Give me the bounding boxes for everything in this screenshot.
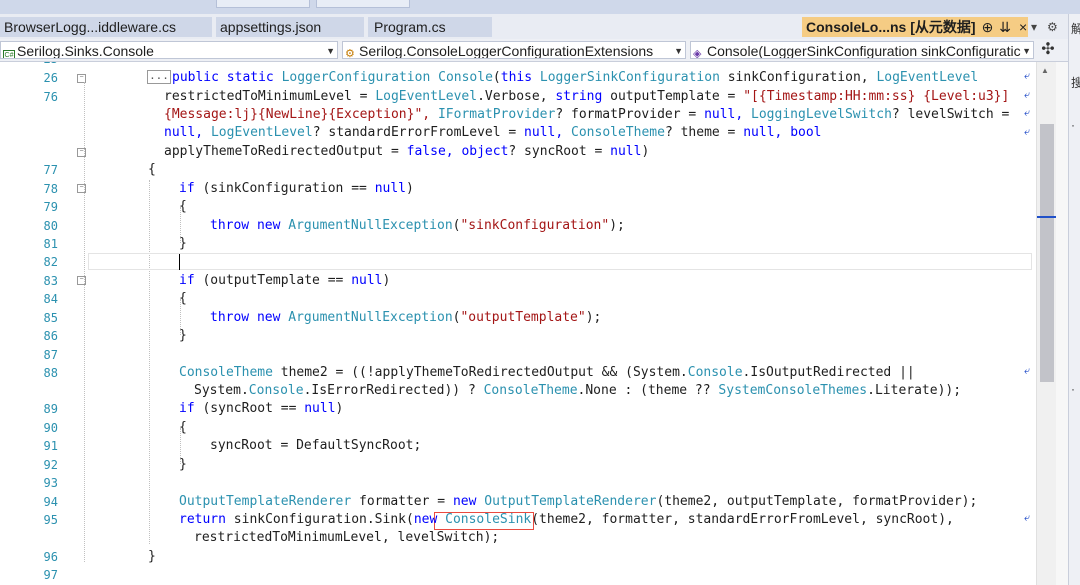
word-wrap-icon: ⤶ <box>1024 126 1031 138</box>
line-number: 80 <box>43 219 58 233</box>
tab-appsettings[interactable]: appsettings.json <box>216 17 364 37</box>
line-number: 93 <box>43 476 58 490</box>
code-line: { <box>179 291 187 306</box>
word-wrap-icon: ⤶ <box>1024 512 1031 524</box>
pin-icon[interactable]: ⇊ <box>999 17 1011 37</box>
vertical-scrollbar[interactable]: ▲ <box>1036 62 1059 585</box>
code-line: } <box>179 236 187 251</box>
code-line: if (syncRoot == null) <box>179 401 344 416</box>
tab-label: Program.cs <box>374 19 446 35</box>
line-number-gutter: 25 26 76 77 78 79 80 81 82 83 84 85 86 8… <box>0 62 75 585</box>
tab-consoleloggerconfigurationextensions[interactable]: ConsoleLo...ns [从元数据] ⊕ ⇊ × <box>802 17 1028 37</box>
project-dropdown[interactable]: C# Serilog.Sinks.Console ▼ <box>0 41 338 59</box>
line-number: 78 <box>43 182 58 196</box>
code-line: { <box>179 420 187 435</box>
solution-explorer-panel: 解 搜 · · <box>1068 14 1080 585</box>
line-number: 87 <box>43 348 58 362</box>
code-line: if (sinkConfiguration == null) <box>179 181 414 196</box>
project-name: Serilog.Sinks.Console <box>17 43 154 59</box>
code-line: } <box>148 549 156 564</box>
code-line: public static LoggerConfiguration Consol… <box>172 70 979 85</box>
panel-title: 解 <box>1071 20 1080 37</box>
code-text-area[interactable]: public static LoggerConfiguration Consol… <box>92 62 1036 585</box>
line-number: 91 <box>43 439 58 453</box>
code-line: ConsoleTheme theme2 = ((!applyThemeToRed… <box>179 365 915 380</box>
word-wrap-icon: ⤶ <box>1024 89 1031 101</box>
word-wrap-icon: ⤶ <box>1024 365 1031 377</box>
window-top-strip <box>0 0 1080 14</box>
method-icon: ◈ <box>693 48 702 59</box>
member-dropdown[interactable]: ◈ Console(LoggerSinkConfiguration sinkCon… <box>690 41 1034 59</box>
document-tab-bar: BrowserLogg...iddleware.cs appsettings.j… <box>0 14 1068 41</box>
line-number: 86 <box>43 329 58 343</box>
chevron-down-icon: ▼ <box>674 46 683 56</box>
line-number: 84 <box>43 292 58 306</box>
code-line: { <box>179 199 187 214</box>
code-editor[interactable]: 25 26 76 77 78 79 80 81 82 83 84 85 86 8… <box>0 62 1036 585</box>
ghost-tab <box>316 0 410 8</box>
code-line: syncRoot = DefaultSyncRoot; <box>210 438 422 453</box>
line-number: 90 <box>43 421 58 435</box>
close-tab-icon[interactable]: × <box>1019 17 1027 37</box>
code-line: restrictedToMinimumLevel, levelSwitch); <box>194 530 500 545</box>
scroll-up-icon[interactable]: ▲ <box>1041 66 1049 75</box>
chevron-down-icon: ▼ <box>326 46 335 56</box>
word-wrap-icon: ⤶ <box>1024 70 1031 82</box>
line-number: 82 <box>43 255 58 269</box>
lock-icon[interactable]: ⊕ <box>982 17 994 37</box>
settings-gear-icon[interactable]: ⚙ <box>1047 17 1058 37</box>
type-dropdown[interactable]: ⚙ Serilog.ConsoleLoggerConfigurationExten… <box>342 41 686 59</box>
panel-mark: · <box>1071 382 1075 396</box>
panel-search[interactable]: 搜 <box>1071 74 1080 91</box>
tab-label: ConsoleLo...ns [从元数据] <box>806 19 976 35</box>
line-number: 89 <box>43 402 58 416</box>
code-line: } <box>179 457 187 472</box>
scrollbar-thumb[interactable] <box>1040 124 1054 382</box>
code-line: return sinkConfiguration.Sink(new Consol… <box>179 512 954 527</box>
member-name: Console(LoggerSinkConfiguration sinkConf… <box>707 43 1021 59</box>
line-number: 76 <box>43 90 58 104</box>
line-number: 83 <box>43 274 58 288</box>
line-number: 96 <box>43 550 58 564</box>
code-line: OutputTemplateRenderer formatter = new O… <box>179 494 978 509</box>
csharp-project-icon: C# <box>3 50 15 58</box>
line-number: 77 <box>43 163 58 177</box>
tab-label: appsettings.json <box>220 19 322 35</box>
chevron-down-icon: ▼ <box>1022 42 1031 58</box>
code-line: if (outputTemplate == null) <box>179 273 391 288</box>
line-number: 88 <box>43 366 58 380</box>
class-icon: ⚙ <box>345 48 355 59</box>
navigation-bar: C# Serilog.Sinks.Console ▼ ⚙ Serilog.Consol… <box>0 39 1068 62</box>
overview-margin <box>1056 62 1068 585</box>
code-line: { <box>148 162 156 177</box>
line-number: 26 <box>43 71 58 85</box>
line-number: 85 <box>43 311 58 325</box>
code-line: applyThemeToRedirectedOutput = false, ob… <box>164 144 650 159</box>
ghost-tab <box>216 0 310 8</box>
tab-overflow-dropdown-icon[interactable]: ▾ <box>1031 17 1037 37</box>
code-line: throw new ArgumentNullException("outputT… <box>210 310 602 325</box>
indent-guide <box>84 82 85 562</box>
line-number: 25 <box>0 62 58 68</box>
split-window-icon[interactable]: ✣ <box>1040 41 1056 59</box>
line-number: 94 <box>43 495 58 509</box>
code-line: {Message:lj}{NewLine}{Exception}", IForm… <box>164 107 1010 122</box>
code-line: System.Console.IsErrorRedirected)) ? Con… <box>194 383 962 398</box>
line-number: 79 <box>43 200 58 214</box>
tab-label: BrowserLogg...iddleware.cs <box>4 19 176 35</box>
code-line: throw new ArgumentNullException("sinkCon… <box>210 218 625 233</box>
line-number: 92 <box>43 458 58 472</box>
word-wrap-icon: ⤶ <box>1024 107 1031 119</box>
line-number: 97 <box>43 568 58 582</box>
tab-program[interactable]: Program.cs <box>368 17 492 37</box>
code-line: null, LogEventLevel? standardErrorFromLe… <box>164 125 822 140</box>
line-number: 95 <box>43 513 58 527</box>
type-name: Serilog.ConsoleLoggerConfigurationExtens… <box>359 43 654 59</box>
panel-mark: · <box>1071 118 1075 132</box>
line-number: 81 <box>43 237 58 251</box>
tab-browserloggingmiddleware[interactable]: BrowserLogg...iddleware.cs <box>0 17 212 37</box>
code-line: } <box>179 328 187 343</box>
code-line: restrictedToMinimumLevel = LogEventLevel… <box>164 89 1010 104</box>
